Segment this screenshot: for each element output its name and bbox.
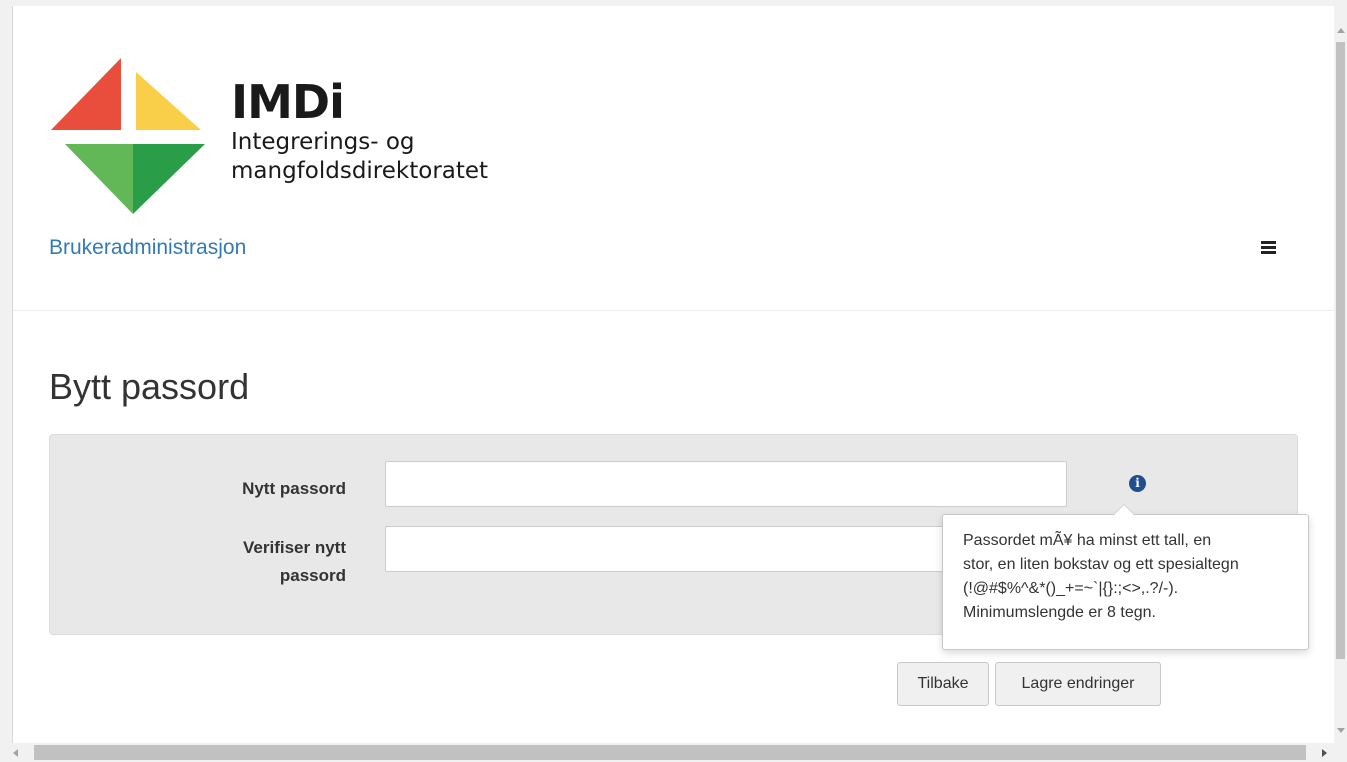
logo-subtitle-line-1: Integrerings- og	[231, 129, 415, 155]
imdi-logo-mark	[51, 58, 205, 214]
verify-password-label: Verifiser nytt passord	[243, 538, 346, 585]
popover-text-line: stor, en liten bokstav og ett spesialteg…	[963, 556, 1239, 573]
scroll-right-arrow-icon[interactable]	[1322, 749, 1327, 757]
brukeradministrasjon-link[interactable]: Brukeradministrasjon	[49, 236, 246, 260]
logo-title: IMDi	[231, 75, 345, 129]
popover-text-line: Passordet mÃ¥ ha minst ett tall, en	[963, 532, 1212, 549]
new-password-input[interactable]	[385, 461, 1067, 507]
scroll-down-arrow-icon[interactable]	[1337, 728, 1345, 733]
page-title: Bytt passord	[49, 366, 250, 407]
password-requirements-popover: Passordet mÃ¥ ha minst ett tall, en stor…	[942, 504, 1309, 650]
hamburger-icon[interactable]	[1261, 241, 1279, 257]
horizontal-scrollbar-thumb[interactable]	[34, 745, 1306, 760]
vertical-scrollbar-thumb[interactable]	[1336, 42, 1345, 659]
popover-text-line: Minimumslengde er 8 tegn.	[963, 604, 1156, 621]
popover-arrow	[1113, 504, 1135, 515]
logo-subtitle-line-2: mangfoldsdirektoratet	[231, 158, 489, 184]
scroll-up-arrow-icon[interactable]	[1337, 28, 1345, 33]
horizontal-scrollbar[interactable]	[0, 743, 1347, 762]
info-circle-icon[interactable]: i	[1129, 475, 1146, 492]
new-password-label: Nytt passord	[242, 479, 346, 498]
vertical-scrollbar[interactable]	[1334, 6, 1347, 743]
save-changes-button[interactable]: Lagre endringer	[995, 662, 1161, 706]
back-button[interactable]: Tilbake	[897, 662, 989, 706]
imdi-logo: IMDi Integrerings- og mangfoldsdirektora…	[51, 58, 531, 218]
scroll-left-arrow-icon[interactable]	[13, 749, 18, 757]
logo-text: IMDi Integrerings- og mangfoldsdirektora…	[231, 76, 488, 186]
header-divider	[13, 310, 1334, 311]
popover-text-line: (!@#$%^&*()_+=~`|{}:;<>,.?/-).	[963, 580, 1179, 597]
